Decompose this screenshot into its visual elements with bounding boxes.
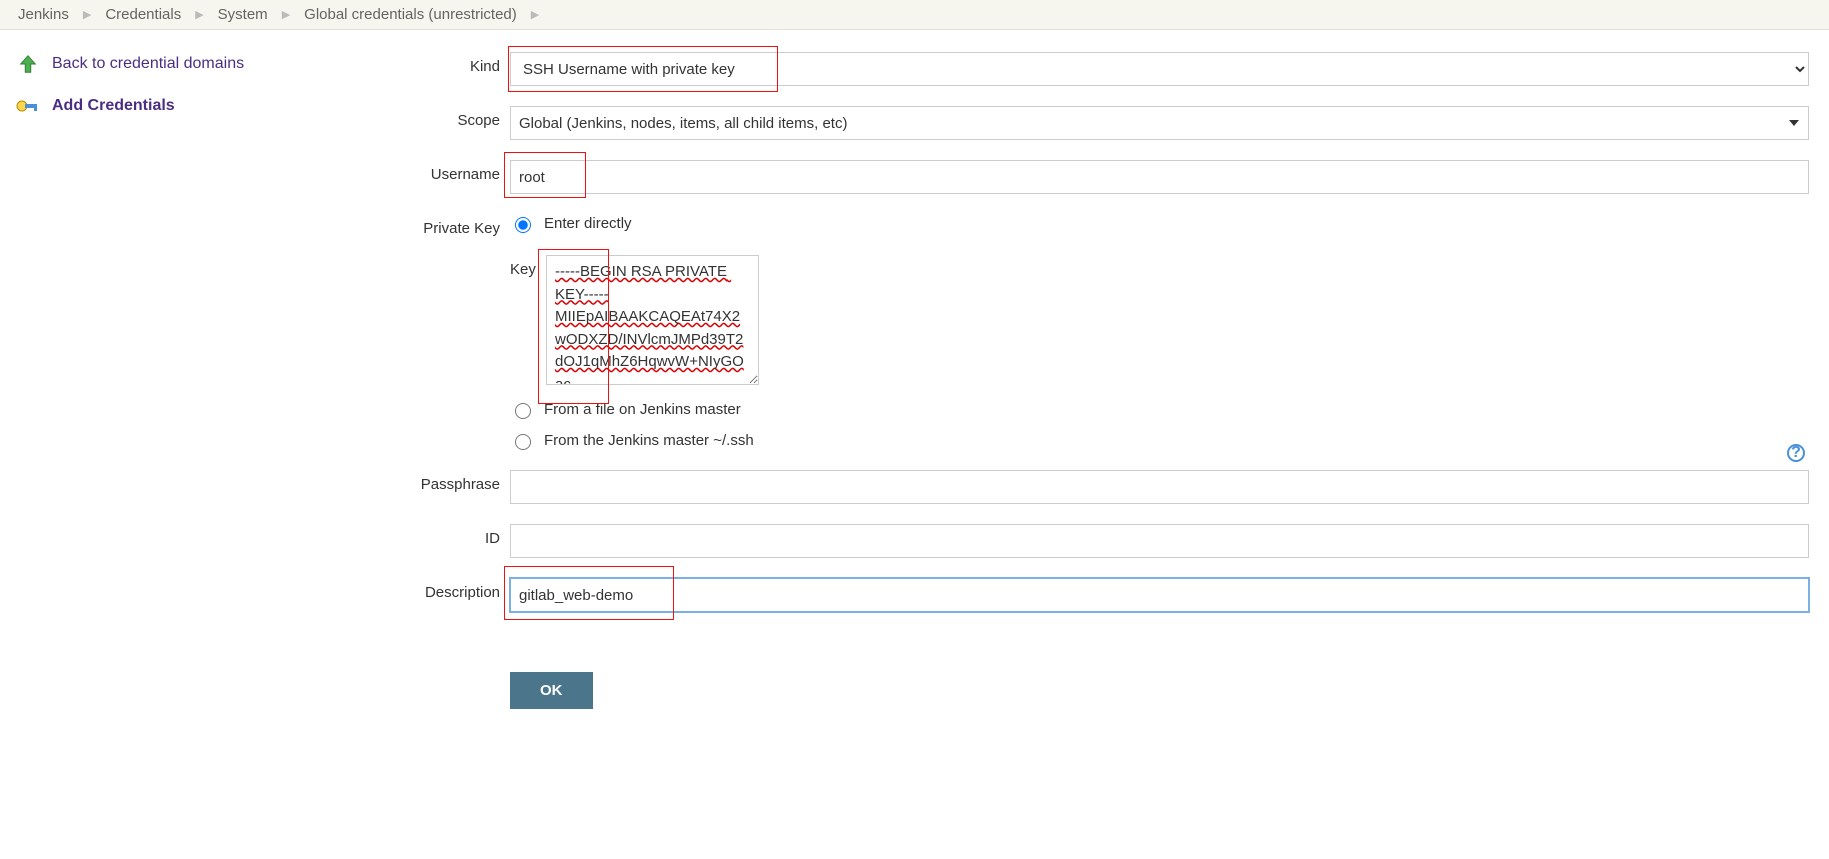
- privatekey-label: Private Key: [410, 214, 510, 237]
- pk-from-ssh-option[interactable]: From the Jenkins master ~/.ssh: [510, 431, 759, 450]
- pk-enter-directly-label: Enter directly: [544, 215, 632, 232]
- breadcrumb-credentials[interactable]: Credentials: [105, 6, 181, 23]
- chevron-right-icon: ▶: [531, 8, 539, 21]
- breadcrumb-system[interactable]: System: [218, 6, 268, 23]
- scope-select[interactable]: Global (Jenkins, nodes, items, all child…: [510, 106, 1809, 140]
- chevron-right-icon: ▶: [282, 8, 290, 21]
- key-textarea[interactable]: [546, 255, 759, 385]
- back-to-domains-link[interactable]: Back to credential domains: [16, 52, 294, 76]
- help-icon[interactable]: ?: [1787, 444, 1805, 462]
- ok-button[interactable]: OK: [510, 672, 593, 709]
- pk-from-ssh-label: From the Jenkins master ~/.ssh: [544, 432, 754, 449]
- add-credentials-link[interactable]: Add Credentials: [16, 94, 294, 118]
- description-input[interactable]: [510, 578, 1809, 612]
- pk-from-file-radio[interactable]: [515, 403, 531, 419]
- privatekey-radio-group: Enter directly Key From a file on Jenkin…: [510, 214, 759, 450]
- username-input[interactable]: [510, 160, 1809, 194]
- side-panel: Back to credential domains Add Credentia…: [0, 30, 310, 749]
- pk-from-file-label: From a file on Jenkins master: [544, 401, 741, 418]
- passphrase-label: Passphrase: [410, 470, 510, 493]
- main-panel: Kind SSH Username with private key Scope…: [310, 30, 1829, 749]
- passphrase-input[interactable]: [510, 470, 1809, 504]
- up-arrow-icon: [16, 52, 40, 76]
- pk-enter-directly-radio[interactable]: [515, 217, 531, 233]
- pk-from-file-option[interactable]: From a file on Jenkins master: [510, 400, 759, 419]
- kind-select[interactable]: SSH Username with private key: [510, 52, 1809, 86]
- pk-from-ssh-radio[interactable]: [515, 434, 531, 450]
- breadcrumb: Jenkins ▶ Credentials ▶ System ▶ Global …: [0, 0, 1829, 30]
- key-icon: [16, 94, 40, 118]
- description-label: Description: [410, 578, 510, 601]
- key-label: Key: [510, 255, 546, 388]
- scope-label: Scope: [410, 106, 510, 129]
- chevron-right-icon: ▶: [83, 8, 91, 21]
- breadcrumb-jenkins[interactable]: Jenkins: [18, 6, 69, 23]
- id-input[interactable]: [510, 524, 1809, 558]
- kind-label: Kind: [310, 52, 510, 75]
- username-label: Username: [410, 160, 510, 183]
- chevron-right-icon: ▶: [195, 8, 203, 21]
- back-to-domains-label: Back to credential domains: [52, 55, 244, 73]
- add-credentials-label: Add Credentials: [52, 97, 175, 115]
- breadcrumb-global[interactable]: Global credentials (unrestricted): [304, 6, 517, 23]
- id-label: ID: [410, 524, 510, 547]
- pk-enter-directly-option[interactable]: Enter directly: [510, 214, 759, 233]
